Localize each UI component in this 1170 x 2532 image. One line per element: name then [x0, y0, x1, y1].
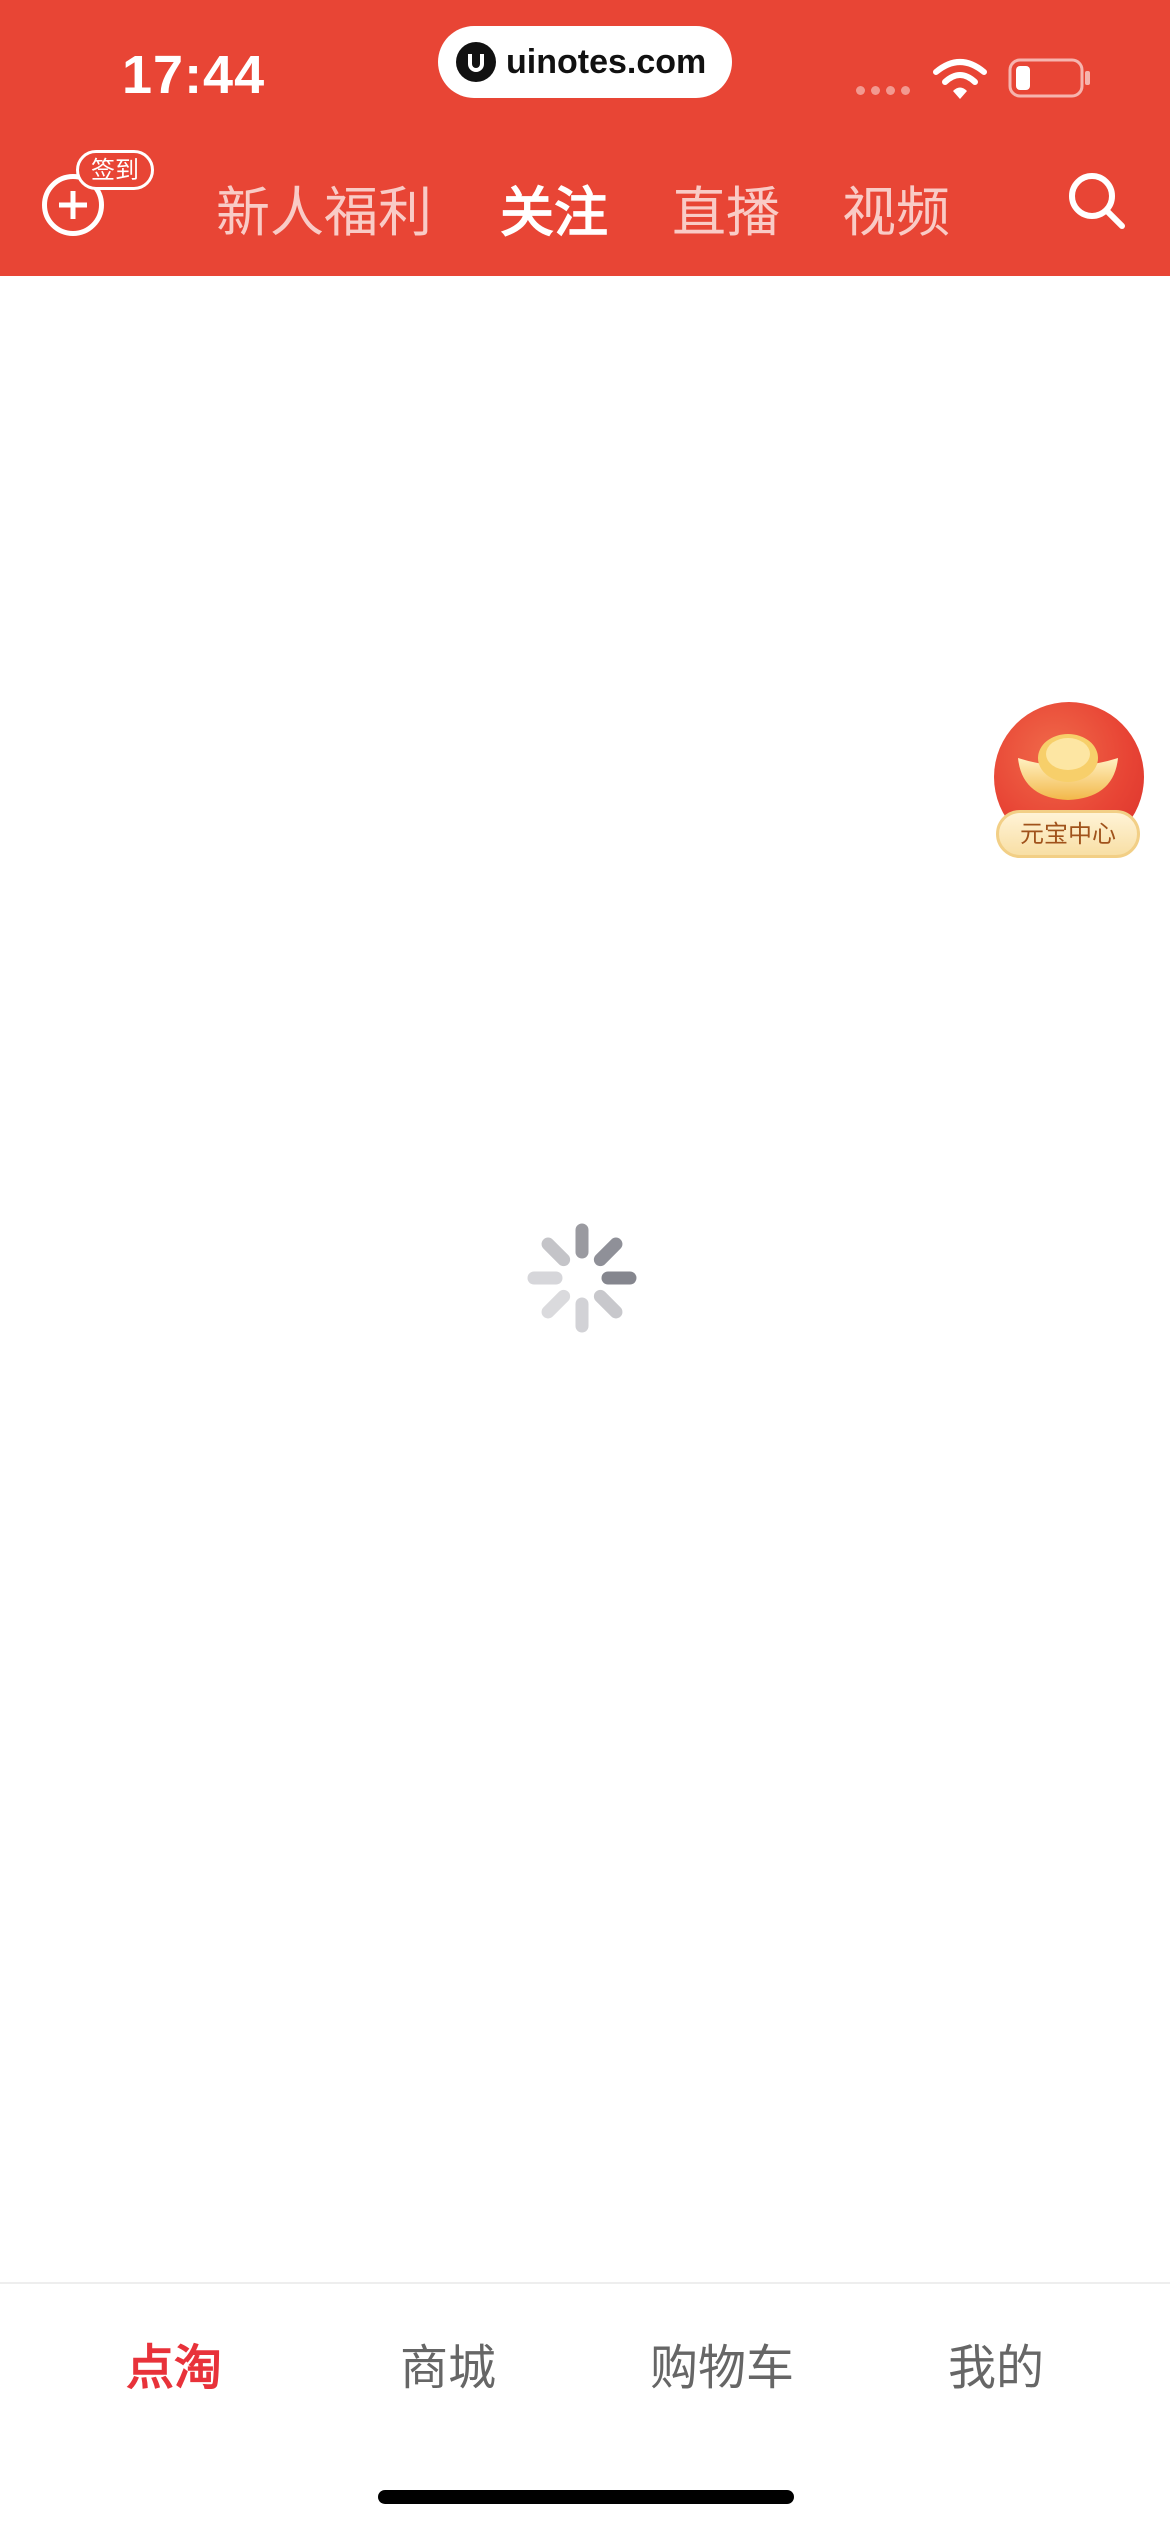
- reward-center-button[interactable]: 元宝中心: [990, 700, 1146, 864]
- checkin-badge: 签到: [76, 150, 154, 190]
- tab-diantao[interactable]: 点淘: [126, 2328, 222, 2398]
- tab-cart[interactable]: 购物车: [650, 2328, 794, 2398]
- wifi-icon: [933, 59, 987, 99]
- battery-icon: [1008, 58, 1090, 98]
- checkin-button[interactable]: 签到: [38, 150, 162, 240]
- status-time: 17:44: [122, 45, 266, 105]
- url-badge: uinotes.com: [438, 26, 732, 98]
- tab-mine[interactable]: 我的: [948, 2328, 1044, 2398]
- home-indicator[interactable]: [378, 2490, 794, 2504]
- app-screen: 17:44 uinotes.com 签到 新人福利 关注 直播 视频 元宝中心 …: [0, 0, 1170, 2532]
- tab-live[interactable]: 直播: [672, 168, 780, 247]
- search-icon[interactable]: [1064, 168, 1128, 232]
- cellular-signal-icon: [856, 86, 910, 95]
- reward-center-label: 元宝中心: [996, 810, 1140, 858]
- tab-mall[interactable]: 商城: [400, 2328, 496, 2398]
- loading-spinner-icon: [527, 1223, 637, 1333]
- tab-video[interactable]: 视频: [842, 168, 950, 247]
- tab-new-user-benefits[interactable]: 新人福利: [216, 168, 432, 247]
- site-logo-icon: [456, 42, 496, 82]
- top-header: 17:44 uinotes.com 签到 新人福利 关注 直播 视频: [0, 0, 1170, 276]
- gold-ingot-icon: [1018, 734, 1118, 800]
- tab-following[interactable]: 关注: [500, 168, 608, 247]
- url-text: uinotes.com: [506, 42, 707, 81]
